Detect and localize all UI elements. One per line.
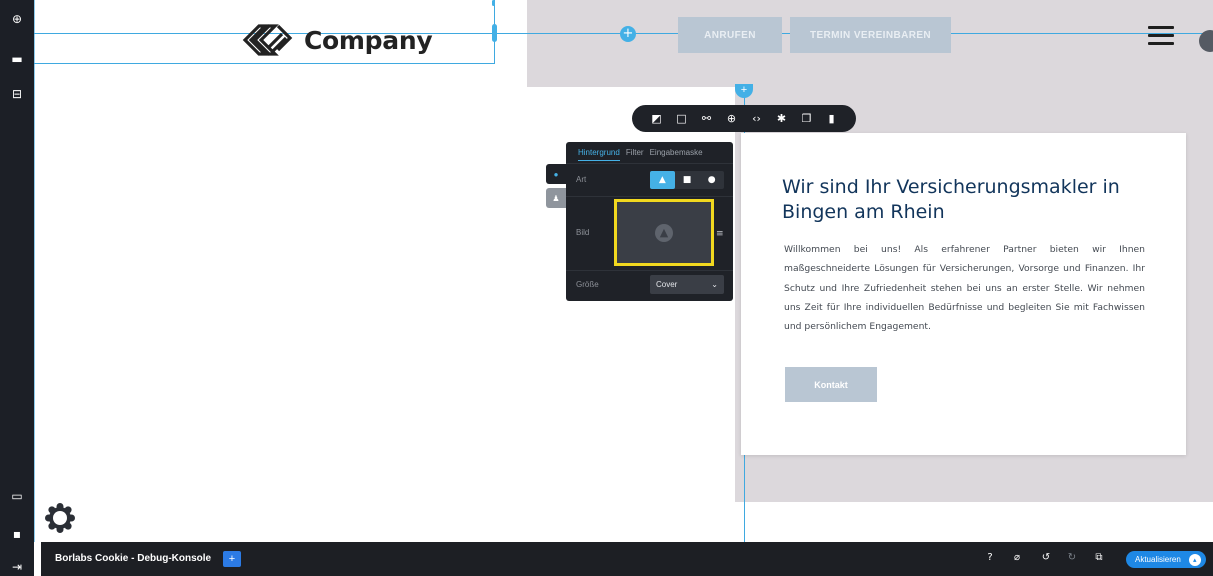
size-select[interactable]: Cover ⌄ bbox=[650, 275, 724, 294]
call-button[interactable]: ANRUFEN bbox=[678, 17, 782, 53]
spacer bbox=[34, 542, 41, 576]
divider bbox=[566, 270, 733, 271]
chevron-up-icon: ▴ bbox=[1188, 553, 1201, 566]
copy-icon[interactable]: ❐ bbox=[794, 105, 819, 132]
add-icon[interactable]: ⊕ bbox=[719, 105, 744, 132]
code-icon[interactable]: ‹› bbox=[744, 105, 769, 132]
update-button[interactable]: Aktualisieren ▴ bbox=[1126, 551, 1206, 568]
layers-icon[interactable]: ▬ bbox=[8, 50, 26, 68]
size-label: Größe bbox=[576, 280, 599, 289]
divider bbox=[566, 163, 733, 164]
guide-line-vertical bbox=[34, 0, 35, 576]
image-upload-area[interactable]: ▲ bbox=[614, 199, 714, 266]
cloud-upload-icon: ▲ bbox=[655, 223, 673, 242]
card-title: Wir sind Ihr Versicherungsmakler in Bing… bbox=[782, 176, 1120, 223]
resize-handle[interactable] bbox=[492, 24, 497, 42]
guide-line-horizontal bbox=[34, 63, 494, 64]
update-button-label: Aktualisieren bbox=[1135, 555, 1181, 564]
chevron-down-icon: ⌄ bbox=[711, 280, 718, 289]
element-toolbar: ◩ □ ⚯ ⊕ ‹› ✱ ❐ ▮ bbox=[632, 105, 856, 132]
visibility-off-icon[interactable]: ⌀ bbox=[1010, 552, 1024, 563]
add-button[interactable]: + bbox=[223, 551, 241, 567]
bild-label: Bild bbox=[576, 228, 590, 237]
logo-text: Company bbox=[304, 25, 433, 55]
add-element-icon[interactable]: + bbox=[620, 26, 636, 42]
left-toolbar: ⊕ ▬ ⊟ ▭ ▪ ⇥ bbox=[0, 0, 34, 576]
exit-icon[interactable]: ⇥ bbox=[8, 558, 26, 576]
panel-side-tab-user[interactable]: ♟ bbox=[546, 188, 566, 208]
debug-console-bar: Borlabs Cookie - Debug-Konsole + ? ⌀ ↺ ↻… bbox=[41, 542, 1213, 576]
background-icon[interactable]: ◩ bbox=[644, 105, 669, 132]
appointment-button[interactable]: TERMIN VEREINBAREN bbox=[790, 17, 951, 53]
video-type-icon[interactable]: ■ bbox=[675, 171, 700, 189]
undo-icon[interactable]: ↺ bbox=[1039, 552, 1053, 563]
help-icon[interactable]: ? bbox=[983, 552, 997, 563]
frame-icon[interactable]: □ bbox=[669, 105, 694, 132]
art-label: Art bbox=[576, 175, 587, 184]
tab-eingabemaske[interactable]: Eingabemaske bbox=[650, 148, 703, 161]
contact-button[interactable]: Kontakt bbox=[785, 367, 877, 402]
media-library-icon[interactable]: ≡ bbox=[716, 229, 724, 239]
debug-console-title: Borlabs Cookie - Debug-Konsole bbox=[55, 553, 212, 564]
size-select-value: Cover bbox=[656, 280, 678, 289]
cookie-settings-icon[interactable] bbox=[45, 503, 75, 533]
tab-hintergrund[interactable]: Hintergrund bbox=[578, 148, 620, 161]
add-circle-icon[interactable]: ⊕ bbox=[8, 10, 26, 28]
settings-icon[interactable]: ✱ bbox=[769, 105, 794, 132]
tab-filter[interactable]: Filter bbox=[626, 148, 644, 161]
external-link-icon[interactable]: ⧉ bbox=[1092, 552, 1106, 563]
divider bbox=[566, 196, 733, 197]
resize-handle[interactable] bbox=[492, 0, 495, 6]
content-card: Wir sind Ihr Versicherungsmakler in Bing… bbox=[741, 133, 1186, 455]
company-logo[interactable]: Company bbox=[242, 22, 433, 58]
panel-side-tab-dot[interactable]: ● bbox=[546, 164, 566, 184]
card-body-text: Willkommen bei uns! Als erfahrener Partn… bbox=[784, 244, 1145, 333]
panel-tabs: Hintergrund Filter Eingabemaske bbox=[578, 148, 703, 161]
delete-icon[interactable]: ▮ bbox=[819, 105, 844, 132]
link-icon[interactable]: ⚯ bbox=[694, 105, 719, 132]
desktop-icon[interactable]: ▭ bbox=[8, 487, 26, 505]
map-pin-icon[interactable]: ● bbox=[699, 171, 724, 189]
logo-mark-icon bbox=[242, 24, 293, 56]
layout-icon[interactable]: ⊟ bbox=[8, 85, 26, 103]
background-settings-panel: Hintergrund Filter Eingabemaske Art ▲ ■ … bbox=[566, 142, 733, 301]
hamburger-menu-icon[interactable] bbox=[1148, 26, 1174, 46]
image-type-icon[interactable]: ▲ bbox=[650, 171, 675, 189]
background-type-selector: ▲ ■ ● bbox=[650, 171, 724, 189]
page-icon[interactable]: ▪ bbox=[8, 525, 26, 543]
redo-icon[interactable]: ↻ bbox=[1065, 552, 1079, 563]
